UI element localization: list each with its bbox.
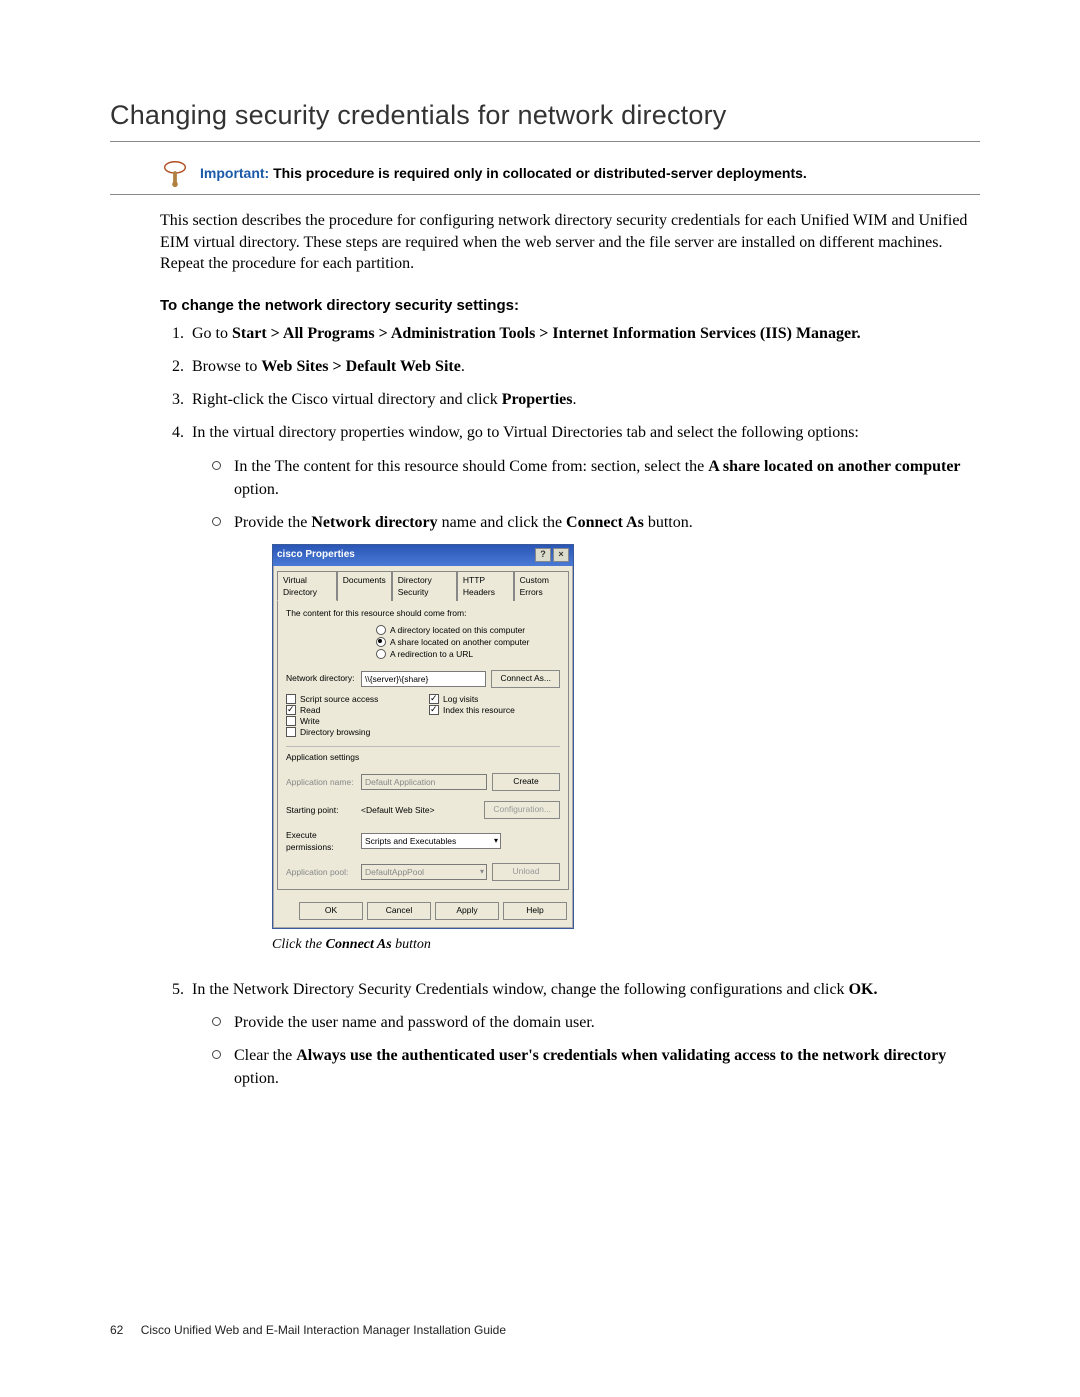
important-label: Important: [200, 165, 269, 181]
network-directory-input[interactable]: \\{server}\{share} [361, 671, 486, 687]
section-heading: Changing security credentials for networ… [110, 100, 980, 131]
radio-share-another[interactable]: A share located on another computer [376, 636, 560, 648]
checkbox-script-source[interactable]: Script source access [286, 694, 417, 705]
step-3: Right-click the Cisco virtual directory … [188, 388, 980, 411]
important-callout: Important: This procedure is required on… [110, 152, 980, 195]
app-pool-label: Application pool: [286, 866, 356, 878]
connect-as-button[interactable]: Connect As... [491, 670, 560, 688]
unload-button: Unload [492, 863, 560, 881]
cancel-button[interactable]: Cancel [367, 902, 431, 920]
starting-point-value: <Default Web Site> [361, 804, 479, 816]
help-icon[interactable]: ? [535, 548, 551, 562]
checkbox-directory-browsing[interactable]: Directory browsing [286, 727, 417, 738]
radio-this-computer[interactable]: A directory located on this computer [376, 624, 560, 636]
dialog-title: cisco Properties [277, 548, 355, 563]
network-directory-label: Network directory: [286, 672, 356, 684]
step-2: Browse to Web Sites > Default Web Site. [188, 355, 980, 378]
page-number: 62 [110, 1323, 123, 1337]
important-icon [160, 158, 190, 188]
figure-caption: Click the Connect As button [272, 935, 980, 955]
step-5-sub-2: Clear the Always use the authenticated u… [212, 1044, 980, 1090]
create-button[interactable]: Create [492, 773, 560, 791]
steps-list: Go to Start > All Programs > Administrat… [110, 322, 980, 1091]
checkbox-read[interactable]: Read [286, 705, 417, 716]
tab-directory-security[interactable]: Directory Security [392, 571, 457, 602]
execute-permissions-label: Execute permissions: [286, 829, 356, 854]
divider [110, 141, 980, 142]
step-4: In the virtual directory properties wind… [188, 421, 980, 955]
configuration-button: Configuration... [484, 801, 560, 819]
app-name-input: Default Application [361, 774, 487, 790]
important-text: This procedure is required only in collo… [273, 165, 807, 181]
step-4-sub-2: Provide the Network directory name and c… [212, 511, 980, 534]
page-footer: 62 Cisco Unified Web and E-Mail Interact… [110, 1323, 506, 1337]
starting-point-label: Starting point: [286, 804, 356, 816]
step-4-sub-1: In the The content for this resource sho… [212, 455, 980, 501]
app-name-label: Application name: [286, 776, 356, 788]
radio-redirect-url[interactable]: A redirection to a URL [376, 648, 560, 660]
ok-button[interactable]: OK [299, 902, 363, 920]
step-5-sub-1: Provide the user name and password of th… [212, 1011, 980, 1034]
app-pool-select: DefaultAppPool [361, 864, 487, 880]
tab-documents[interactable]: Documents [337, 571, 392, 602]
content-from-label: The content for this resource should com… [286, 607, 560, 619]
apply-button[interactable]: Apply [435, 902, 499, 920]
close-icon[interactable]: × [553, 548, 569, 562]
step-1: Go to Start > All Programs > Administrat… [188, 322, 980, 345]
tab-virtual-directory[interactable]: Virtual Directory [277, 571, 337, 602]
checkbox-log-visits[interactable]: Log visits [429, 694, 560, 705]
dialog-titlebar: cisco Properties ? × [273, 545, 573, 566]
sub-heading: To change the network directory security… [160, 297, 980, 314]
step-5: In the Network Directory Security Creden… [188, 978, 980, 1091]
tab-custom-errors[interactable]: Custom Errors [514, 571, 569, 602]
checkbox-write[interactable]: Write [286, 716, 417, 727]
tab-http-headers[interactable]: HTTP Headers [457, 571, 514, 602]
application-settings-label: Application settings [286, 751, 560, 763]
dialog-tabs: Virtual Directory Documents Directory Se… [273, 566, 573, 601]
execute-permissions-select[interactable]: Scripts and Executables [361, 833, 501, 849]
help-button[interactable]: Help [503, 902, 567, 920]
checkbox-index-resource[interactable]: Index this resource [429, 705, 560, 716]
properties-dialog: cisco Properties ? × Virtual Directory D… [272, 544, 574, 929]
footer-guide-title: Cisco Unified Web and E-Mail Interaction… [141, 1323, 506, 1337]
intro-paragraph: This section describes the procedure for… [110, 210, 980, 275]
